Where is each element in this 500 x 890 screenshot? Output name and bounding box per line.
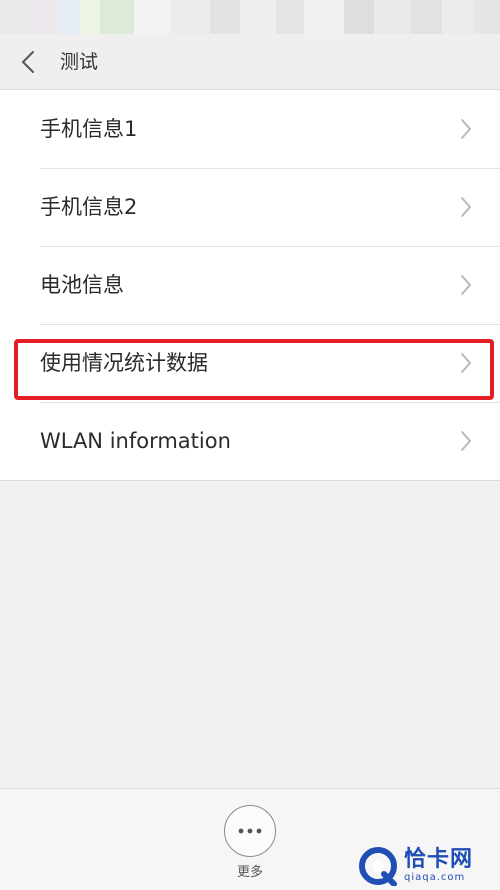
status-blur-block [474,0,500,34]
list-item-phone-info-2[interactable]: 手机信息2 [0,168,500,246]
status-blur-block [304,0,344,34]
status-blur-block [34,0,58,34]
status-blur-block [240,0,276,34]
list-item-usage-statistics[interactable]: 使用情况统计数据 [0,324,500,402]
chevron-right-icon [461,353,471,373]
chevron-right-icon [461,431,471,451]
title-bar: 测试 [0,34,500,90]
status-blur-block [80,0,100,34]
status-bar [0,0,500,34]
back-button[interactable] [14,48,42,76]
status-blur-block [344,0,374,34]
watermark-name: 恰卡网 [404,847,474,872]
status-blur-block [276,0,304,34]
status-blur-block [170,0,210,34]
status-blur-block [210,0,240,34]
status-blur-block [0,0,34,34]
status-blur-block [374,0,410,34]
chevron-left-icon [22,51,34,73]
settings-list: 手机信息1 手机信息2 电池信息 使用情况统计数据 WLAN informati… [0,90,500,481]
more-button[interactable] [224,805,276,857]
list-item-label: 手机信息2 [40,195,138,219]
status-blur-block [100,0,134,34]
more-dots-icon [238,828,262,834]
status-blur-block [442,0,474,34]
list-item-label: WLAN information [40,429,231,453]
more-label: 更多 [236,865,263,880]
chevron-right-icon [461,275,471,295]
list-item-battery-info[interactable]: 电池信息 [0,246,500,324]
chevron-right-icon [461,119,471,139]
watermark: 恰卡网 qiaqa.com [358,846,473,886]
list-item-label: 使用情况统计数据 [40,351,208,375]
list-item-label: 电池信息 [40,273,124,297]
watermark-domain: qiaqa.com [404,872,466,883]
status-blur-block [410,0,442,34]
watermark-logo-icon [359,847,397,886]
list-item-label: 手机信息1 [40,117,138,141]
list-item-wlan-information[interactable]: WLAN information [0,402,500,480]
list-item-phone-info-1[interactable]: 手机信息1 [0,90,500,168]
page-title: 测试 [60,51,99,73]
status-blur-block [134,0,170,34]
status-blur-block [58,0,80,34]
watermark-text: 恰卡网 qiaqa.com [404,849,473,883]
chevron-right-icon [461,197,471,217]
